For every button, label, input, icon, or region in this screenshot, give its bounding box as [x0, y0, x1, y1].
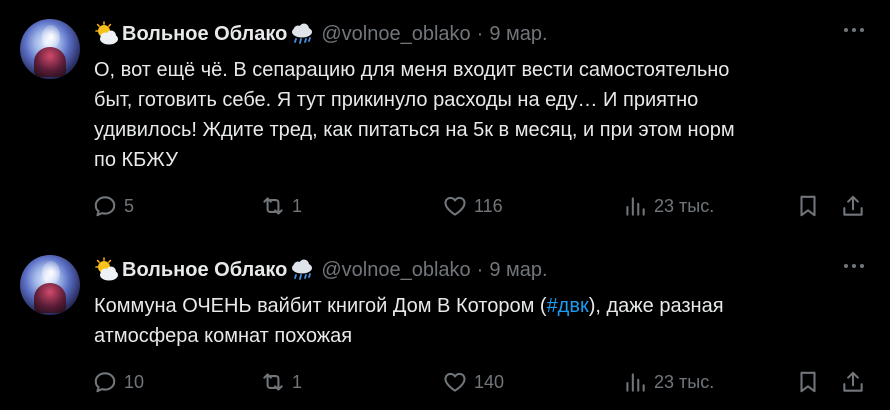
retweet-button[interactable]: 1 — [260, 193, 302, 219]
sun-behind-cloud-icon — [95, 257, 118, 281]
author-handle[interactable]: @volnoe_oblako — [321, 23, 470, 46]
retweet-count: 1 — [292, 371, 303, 392]
author-handle[interactable]: @volnoe_oblako — [321, 259, 470, 282]
bookmark-icon — [800, 371, 816, 393]
heart-icon — [444, 196, 466, 216]
tweet-header: Вольное Облако @volnoe_oblako · 9 мар. — [94, 20, 548, 48]
tweet-date[interactable]: 9 мар. — [489, 23, 547, 46]
cloud-with-rain-icon — [292, 259, 313, 280]
author-name[interactable]: Вольное Облако — [122, 259, 287, 282]
views-count: 23 тыс. — [654, 195, 715, 216]
tweet[interactable]: Вольное Облако @volnoe_oblako · 9 мар. К… — [0, 236, 890, 410]
cloud-with-rain-icon — [292, 23, 313, 44]
avatar[interactable] — [20, 255, 80, 315]
separator-dot: · — [476, 22, 484, 45]
bookmark-button[interactable] — [795, 369, 821, 395]
share-button[interactable] — [840, 193, 866, 219]
bookmark-button[interactable] — [795, 193, 821, 219]
views-count: 23 тыс. — [654, 371, 715, 392]
tweet-actions: 10 1 140 23 тыс. — [92, 369, 882, 395]
retweet-icon — [263, 197, 283, 215]
tweet-feed: Вольное Облако @volnoe_oblako · 9 мар. О… — [0, 0, 890, 410]
tweet-header: Вольное Облако @volnoe_oblako · 9 мар. — [94, 256, 548, 284]
tweet-text: О, вот ещё чё. В сепарацию для меня вход… — [94, 59, 735, 171]
reply-icon — [94, 372, 116, 393]
tweet-date[interactable]: 9 мар. — [489, 259, 547, 282]
share-button[interactable] — [840, 369, 866, 395]
retweet-icon — [263, 373, 283, 391]
tweet-actions: 5 1 116 23 тыс. — [92, 193, 882, 219]
share-icon — [843, 195, 863, 216]
sun-behind-cloud-icon — [95, 21, 118, 45]
like-button[interactable]: 140 — [442, 369, 504, 395]
views-icon — [626, 197, 645, 216]
like-count: 116 — [474, 195, 503, 216]
views-button[interactable]: 23 тыс. — [622, 369, 714, 395]
retweet-count: 1 — [292, 195, 303, 216]
reply-icon — [94, 196, 116, 217]
more-icon[interactable] — [844, 264, 864, 268]
reply-count: 10 — [124, 371, 145, 392]
like-button[interactable]: 116 — [442, 193, 503, 219]
like-count: 140 — [474, 371, 505, 392]
more-icon[interactable] — [844, 28, 864, 32]
author-name[interactable]: Вольное Облако — [122, 23, 287, 46]
views-icon — [626, 373, 645, 392]
reply-button[interactable]: 10 — [92, 369, 144, 395]
reply-count: 5 — [124, 195, 135, 216]
reply-button[interactable]: 5 — [92, 193, 134, 219]
avatar[interactable] — [20, 19, 80, 79]
tweet[interactable]: Вольное Облако @volnoe_oblako · 9 мар. О… — [0, 0, 890, 236]
tweet-text: Коммуна ОЧЕНЬ вайбит книгой Дом В Которо… — [94, 295, 724, 347]
share-icon — [843, 371, 863, 392]
hashtag-link[interactable]: #двк — [547, 295, 589, 317]
heart-icon — [444, 372, 466, 392]
separator-dot: · — [476, 258, 484, 281]
bookmark-icon — [800, 195, 816, 217]
retweet-button[interactable]: 1 — [260, 369, 302, 395]
views-button[interactable]: 23 тыс. — [622, 193, 714, 219]
